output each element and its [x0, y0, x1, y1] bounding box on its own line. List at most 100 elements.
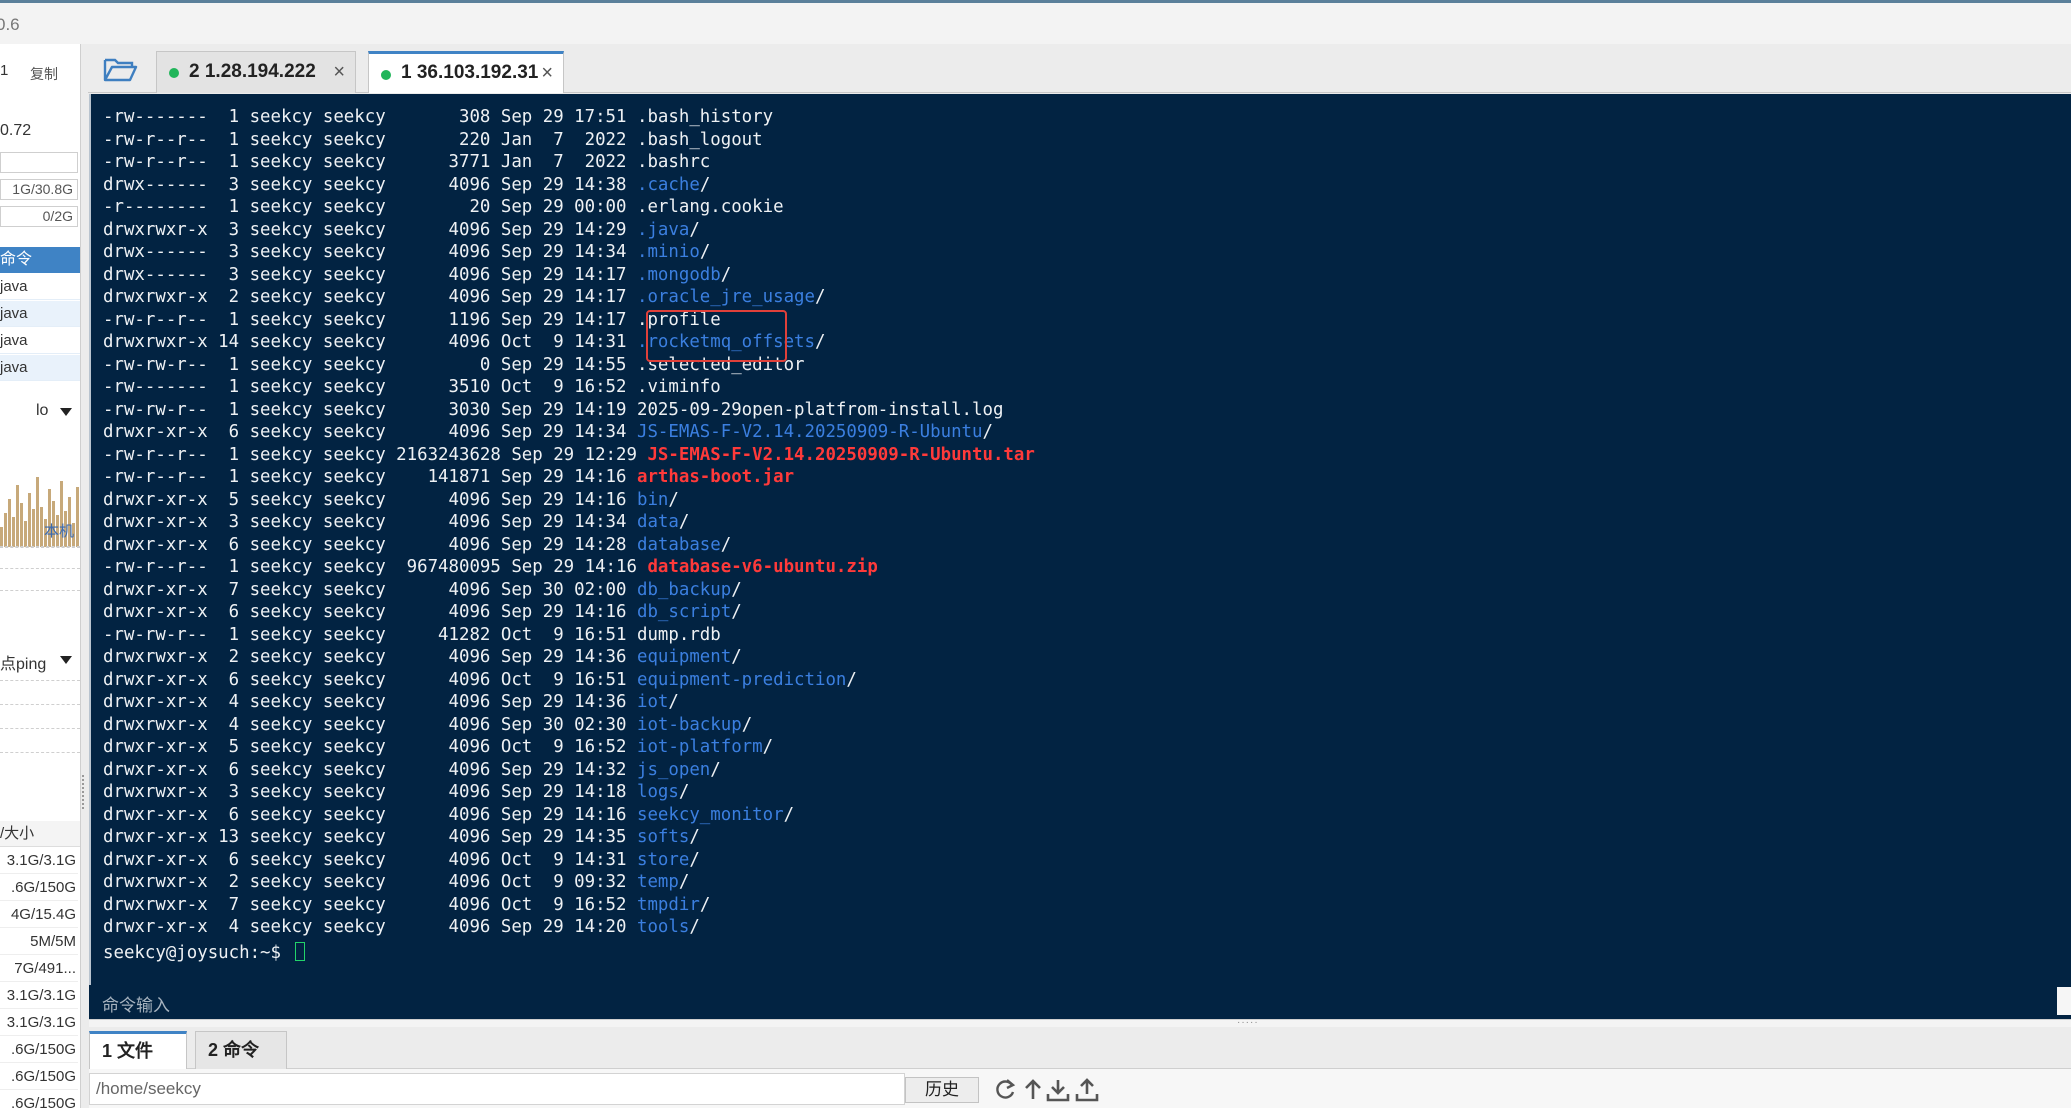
process-item[interactable]: java: [0, 274, 80, 300]
file-name: iot-platform: [636, 737, 763, 757]
process-item[interactable]: java: [0, 355, 80, 381]
file-suffix: /: [814, 332, 826, 352]
file-suffix: /: [668, 692, 679, 712]
disk-size-item[interactable]: .6G/150G: [0, 1063, 78, 1090]
file-meta: -rw-r--r-- 1 seekcy seekcy 3771 Jan 7 20…: [103, 152, 637, 172]
file-suffix: /: [731, 647, 742, 667]
command-input-bar[interactable]: 命令输入: [89, 985, 2071, 1019]
close-icon[interactable]: ×: [541, 54, 553, 92]
download-icon[interactable]: [1045, 1077, 1071, 1103]
file-name: db_backup: [636, 579, 732, 600]
file-meta: drwxr-xr-x 6 seekcy seekcy 4096 Oct 9 14…: [103, 849, 637, 870]
file-entry: drwxrwxr-x 2 seekcy seekcy 4096 Sep 29 1…: [103, 646, 742, 668]
disk-size-item[interactable]: 3.1G/3.1G: [0, 982, 78, 1009]
disk-size-item[interactable]: .6G/150G: [0, 874, 78, 901]
file-entry: drwxrwxr-x 4 seekcy seekcy 4096 Sep 30 0…: [103, 714, 752, 736]
file-meta: drwxr-xr-x 4 seekcy seekcy 4096 Sep 29 1…: [103, 692, 637, 712]
session-number: 1: [0, 62, 9, 79]
local-label[interactable]: 本机: [44, 520, 74, 541]
close-icon[interactable]: ×: [333, 52, 345, 92]
disk-size-item[interactable]: .6G/150G: [0, 1036, 78, 1063]
file-entry: -rw-r--r-- 1 seekcy seekcy 3771 Jan 7 20…: [103, 151, 710, 173]
file-suffix: /: [731, 579, 742, 600]
file-suffix: /: [699, 894, 711, 915]
file-meta: drwxr-xr-x 6 seekcy seekcy 4096 Oct 9 16…: [103, 669, 637, 690]
file-name: .minio: [636, 242, 700, 262]
caret-down-icon: [60, 408, 72, 416]
file-entry: drwxr-xr-x 4 seekcy seekcy 4096 Sep 29 1…: [103, 691, 679, 713]
tab-commands[interactable]: 2 命令: [195, 1031, 287, 1069]
file-suffix: /: [678, 782, 690, 802]
file-name: data: [636, 512, 679, 532]
session-tab-bar: 2 1.28.194.222 × 1 36.103.192.31 ×: [88, 44, 2071, 93]
app-window: 0.6 1 复制 0.72 1G/30.8G 0/2G 命令 java java j…: [0, 0, 2071, 1108]
ping-dropdown[interactable]: 点ping: [0, 648, 80, 673]
disk-size-item[interactable]: 5M/5M: [0, 928, 78, 955]
disk-size-header[interactable]: /大小: [0, 821, 80, 847]
file-suffix: /: [814, 287, 826, 307]
traffic-bar: [16, 485, 19, 547]
file-meta: -rw-r--r-- 1 seekcy seekcy 1196 Sep 29 1…: [103, 309, 637, 330]
path-input[interactable]: /home/seekcy: [89, 1073, 905, 1105]
file-entry: drwxr-xr-x 6 seekcy seekcy 4096 Oct 9 16…: [103, 669, 857, 691]
file-entry: drwx------ 3 seekcy seekcy 4096 Sep 29 1…: [103, 241, 710, 263]
disk-size-item[interactable]: .6G/150G: [0, 1090, 78, 1108]
file-suffix: /: [668, 489, 679, 510]
network-interface-label: lo: [36, 402, 49, 419]
shell-prompt[interactable]: seekcy@joysuch:~$: [103, 942, 306, 964]
pane-splitter[interactable]: ·····: [89, 1018, 2071, 1028]
tab-session-2[interactable]: 2 1.28.194.222 ×: [156, 51, 356, 93]
file-meta: -rw-r--r-- 1 seekcy seekcy 141871 Sep 29…: [103, 467, 637, 487]
network-interface-dropdown[interactable]: lo: [0, 400, 80, 424]
file-entry: drwxr-xr-x 13 seekcy seekcy 4096 Sep 29 …: [103, 826, 700, 848]
refresh-icon[interactable]: [992, 1077, 1018, 1103]
upload-icon[interactable]: [1074, 1077, 1100, 1103]
memory-usage: 1G/30.8G: [0, 179, 78, 200]
tab-session-1[interactable]: 1 36.103.192.31 ×: [368, 51, 564, 93]
file-suffix: /: [731, 602, 742, 622]
file-entry: -rw-rw-r-- 1 seekcy seekcy 3030 Sep 29 1…: [103, 399, 1003, 421]
file-suffix: /: [762, 737, 774, 757]
file-meta: drwxrwxr-x 2 seekcy seekcy 4096 Sep 29 1…: [103, 647, 637, 667]
history-button[interactable]: 历史: [905, 1077, 979, 1103]
process-command-header[interactable]: 命令: [0, 247, 80, 273]
process-item[interactable]: java: [0, 301, 80, 327]
disk-size-item[interactable]: 3.1G/3.1G: [0, 847, 78, 874]
file-meta: drwxr-xr-x 4 seekcy seekcy 4096 Sep 29 1…: [103, 917, 637, 937]
file-name: .bash_logout: [636, 129, 763, 150]
process-item[interactable]: java: [0, 328, 80, 354]
caret-down-icon: [60, 656, 72, 664]
disk-size-item[interactable]: 3.1G/3.1G: [0, 1009, 78, 1036]
scrollbar[interactable]: [2057, 987, 2071, 1015]
copy-button[interactable]: 复制: [30, 64, 58, 84]
file-meta: -r-------- 1 seekcy seekcy 20 Sep 29 00:…: [103, 197, 637, 217]
file-meta: drwxrwxr-x 3 seekcy seekcy 4096 Sep 29 1…: [103, 782, 637, 802]
file-name: js_open: [636, 759, 711, 780]
file-suffix: /: [699, 242, 711, 262]
prompt-text: seekcy@joysuch:~$: [103, 943, 292, 963]
file-meta: drwxrwxr-x 3 seekcy seekcy 4096 Sep 29 1…: [103, 219, 637, 240]
file-entry: drwx------ 3 seekcy seekcy 4096 Sep 29 1…: [103, 264, 731, 286]
file-name: .cache: [636, 174, 700, 195]
traffic-bar: [0, 527, 3, 547]
disk-size-item[interactable]: 7G/491...: [0, 955, 78, 982]
terminal-output[interactable]: -rw------- 1 seekcy seekcy 308 Sep 29 17…: [89, 94, 2071, 1019]
window-title: 0.6: [0, 15, 20, 34]
file-meta: drwxr-xr-x 13 seekcy seekcy 4096 Sep 29 …: [103, 827, 637, 847]
disk-size-item[interactable]: 4G/15.4G: [0, 901, 78, 928]
up-arrow-icon[interactable]: [1020, 1077, 1046, 1103]
folder-open-icon[interactable]: [102, 54, 138, 84]
file-meta: drwxr-xr-x 3 seekcy seekcy 4096 Sep 29 1…: [103, 512, 637, 532]
file-name: tmpdir: [636, 894, 700, 915]
bottom-tab-bar: 1 文件 2 命令: [89, 1027, 2071, 1069]
traffic-bar: [76, 487, 79, 547]
file-entry: -rw------- 1 seekcy seekcy 308 Sep 29 17…: [103, 106, 773, 128]
panel-resize-grip[interactable]: [82, 775, 86, 809]
traffic-bar: [4, 513, 7, 547]
file-meta: drwxrwxr-x 2 seekcy seekcy 4096 Oct 9 09…: [103, 872, 637, 892]
file-entry: drwxr-xr-x 7 seekcy seekcy 4096 Sep 30 0…: [103, 579, 742, 601]
file-name: iot-backup: [636, 714, 742, 735]
tab-files[interactable]: 1 文件: [89, 1031, 187, 1069]
file-entry: drwxr-xr-x 3 seekcy seekcy 4096 Sep 29 1…: [103, 511, 689, 533]
file-entry: drwxrwxr-x 7 seekcy seekcy 4096 Oct 9 16…: [103, 894, 710, 916]
